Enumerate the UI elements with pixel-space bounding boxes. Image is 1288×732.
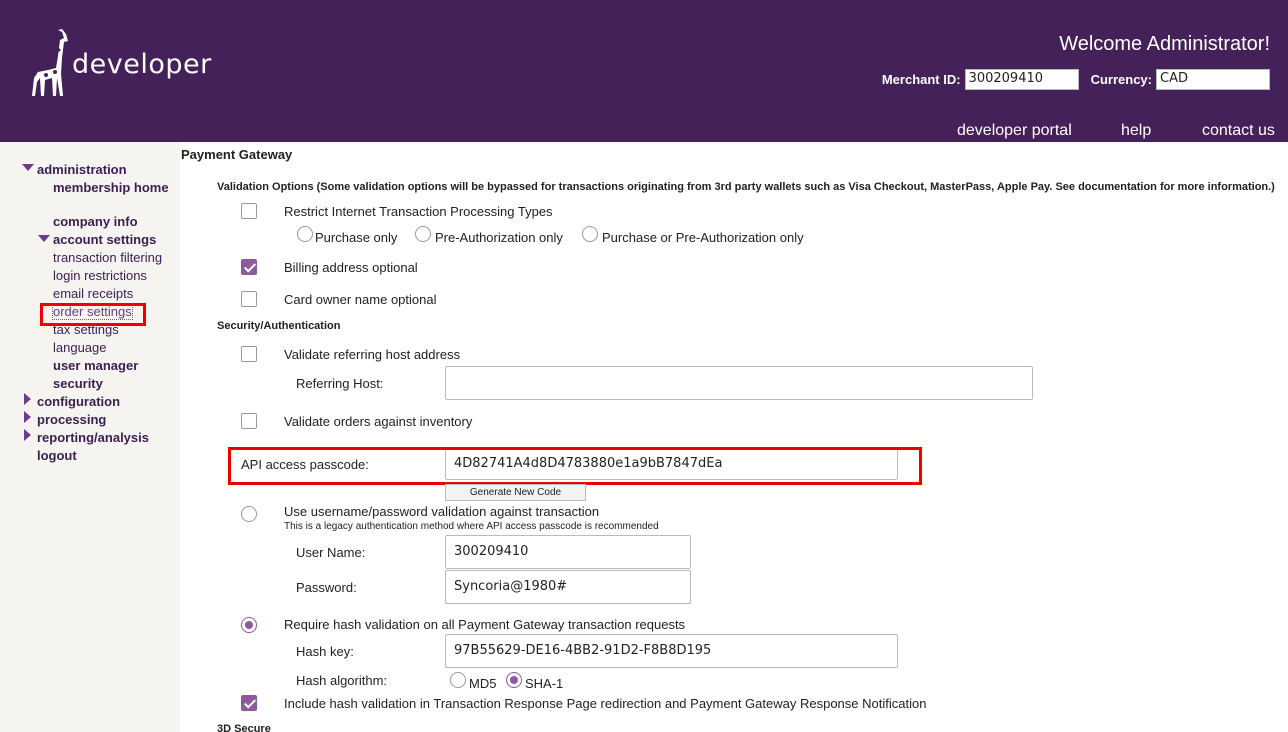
sidebar-item-login-restrictions[interactable]: login restrictions — [53, 268, 147, 283]
validate-host-label: Validate referring host address — [284, 347, 461, 362]
nav-developer-portal[interactable]: developer portal — [957, 122, 1072, 140]
nav-help[interactable]: help — [1121, 122, 1151, 140]
logo-text: developer — [72, 49, 212, 80]
md5-radio[interactable] — [450, 672, 466, 688]
validate-inventory-checkbox[interactable] — [241, 413, 257, 429]
sidebar-item-membership-home[interactable]: membership home — [53, 180, 169, 195]
generate-new-code-button[interactable]: Generate New Code — [445, 484, 586, 501]
expanded-chevron-icon[interactable] — [22, 164, 34, 171]
merchant-row: Merchant ID: 300209410 Currency: CAD — [882, 69, 1270, 90]
currency-label: Currency: — [1090, 72, 1152, 87]
3d-secure-heading: 3D Secure — [217, 723, 271, 732]
legacy-note: This is a legacy authentication method w… — [284, 521, 659, 532]
sidebar: administration membership home company i… — [0, 142, 180, 732]
restrict-types-label: Restrict Internet Transaction Processing… — [284, 204, 553, 219]
purchase-only-radio[interactable] — [297, 226, 313, 242]
card-owner-optional-checkbox[interactable] — [241, 291, 257, 307]
username-label: User Name: — [296, 545, 366, 560]
collapsed-chevron-icon[interactable] — [24, 411, 31, 423]
developer-logo[interactable]: developer — [28, 28, 212, 98]
sidebar-item-administration[interactable]: administration — [37, 162, 127, 177]
include-hash-label: Include hash validation in Transaction R… — [284, 696, 927, 711]
billing-optional-checkbox[interactable] — [241, 259, 257, 275]
sidebar-item-processing[interactable]: processing — [37, 412, 106, 427]
md5-label: MD5 — [469, 676, 497, 691]
referring-host-label: Referring Host: — [296, 376, 384, 391]
sha1-label: SHA-1 — [525, 676, 564, 691]
sidebar-item-tax-settings[interactable]: tax settings — [53, 322, 119, 337]
require-hash-label: Require hash validation on all Payment G… — [284, 617, 686, 632]
page-title: Payment Gateway — [181, 147, 293, 162]
currency-field[interactable]: CAD — [1156, 69, 1270, 90]
sidebar-item-logout[interactable]: logout — [37, 448, 77, 463]
security-auth-heading: Security/Authentication — [217, 320, 341, 332]
giraffe-icon — [32, 29, 68, 96]
api-passcode-highlight — [228, 447, 922, 485]
restrict-types-checkbox[interactable] — [241, 203, 257, 219]
sidebar-item-email-receipts[interactable]: email receipts — [53, 286, 133, 301]
validation-options-heading: Validation Options (Some validation opti… — [217, 181, 1275, 193]
header: developer Welcome Administrator! Merchan… — [0, 0, 1288, 142]
merchant-id-label: Merchant ID: — [881, 72, 961, 87]
purchase-or-preauth-radio[interactable] — [582, 226, 598, 242]
preauth-only-label: Pre-Authorization only — [435, 230, 563, 245]
sha1-radio[interactable] — [506, 672, 522, 688]
require-hash-radio[interactable] — [241, 617, 257, 633]
referring-host-input[interactable] — [445, 366, 1033, 400]
expanded-chevron-icon[interactable] — [38, 235, 50, 242]
hash-key-input[interactable]: 97B55629-DE16-4BB2-91D2-F8B8D195 — [445, 634, 898, 668]
purchase-or-preauth-label: Purchase or Pre-Authorization only — [602, 230, 804, 245]
sidebar-item-language[interactable]: language — [53, 340, 107, 355]
include-hash-checkbox[interactable] — [241, 695, 257, 711]
purchase-only-label: Purchase only — [315, 230, 398, 245]
main-content: Payment Gateway Validation Options (Some… — [180, 142, 1288, 732]
username-password-radio[interactable] — [241, 506, 257, 522]
sidebar-item-company-info[interactable]: company info — [53, 214, 138, 229]
sidebar-item-account-settings[interactable]: account settings — [53, 232, 156, 247]
password-label: Password: — [296, 580, 357, 595]
username-password-label: Use username/password validation against… — [284, 504, 600, 519]
preauth-only-radio[interactable] — [415, 226, 431, 242]
validate-host-checkbox[interactable] — [241, 346, 257, 362]
hash-algorithm-label: Hash algorithm: — [296, 673, 388, 688]
collapsed-chevron-icon[interactable] — [24, 393, 31, 405]
validate-inventory-label: Validate orders against inventory — [284, 414, 473, 429]
username-input[interactable]: 300209410 — [445, 535, 691, 569]
merchant-id-field[interactable]: 300209410 — [964, 69, 1079, 90]
sidebar-item-configuration[interactable]: configuration — [37, 394, 120, 409]
hash-key-label: Hash key: — [296, 644, 354, 659]
sidebar-item-security[interactable]: security — [53, 376, 103, 391]
sidebar-item-reporting-analysis[interactable]: reporting/analysis — [37, 430, 149, 445]
billing-optional-label: Billing address optional — [284, 260, 418, 275]
sidebar-item-user-manager[interactable]: user manager — [53, 358, 138, 373]
nav-contact-us[interactable]: contact us — [1202, 122, 1275, 140]
password-input[interactable]: Syncoria@1980# — [445, 570, 691, 604]
welcome-text: Welcome Administrator! — [1059, 33, 1270, 55]
card-owner-optional-label: Card owner name optional — [284, 292, 437, 307]
collapsed-chevron-icon[interactable] — [24, 429, 31, 441]
sidebar-item-transaction-filtering[interactable]: transaction filtering — [53, 250, 162, 265]
